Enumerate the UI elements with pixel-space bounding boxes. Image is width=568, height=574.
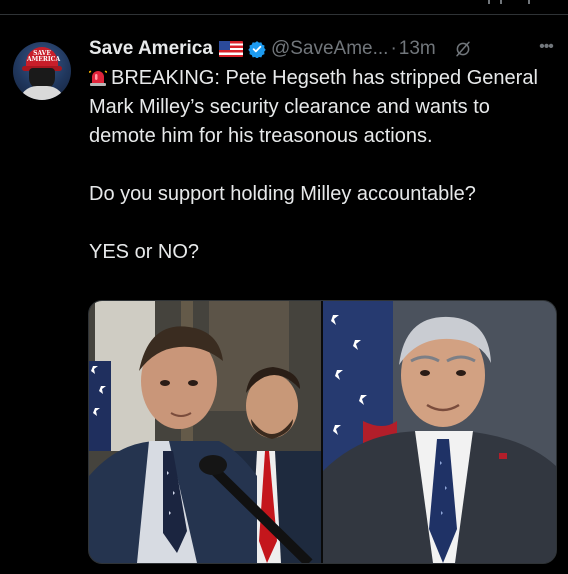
author-name[interactable]: Save America <box>89 38 213 60</box>
tweet-paragraph-breaking: BREAKING: Pete Hegseth has stripped Gene… <box>88 64 539 151</box>
photo-milley[interactable] <box>323 301 556 563</box>
avatar-shoulders <box>19 86 65 100</box>
dot-separator: · <box>390 38 397 59</box>
more-options-icon[interactable]: ••• <box>535 38 557 56</box>
top-action-icon[interactable] <box>488 0 502 4</box>
top-strip <box>0 0 568 8</box>
timestamp[interactable]: 13m <box>399 38 436 60</box>
top-action-icon-secondary[interactable] <box>528 0 540 4</box>
grok-icon[interactable] <box>454 40 472 58</box>
photo-hegseth-vance[interactable] <box>89 301 321 563</box>
us-flag-icon <box>218 41 243 57</box>
siren-emoji-icon <box>88 67 108 86</box>
tweet-text-line-1: BREAKING: Pete Hegseth has stripped Gene… <box>89 67 538 147</box>
author-handle[interactable]: @SaveAme... <box>271 38 389 60</box>
tweet-media[interactable] <box>88 300 557 564</box>
tweet-header: Save America @SaveAme... · 13m <box>89 36 472 62</box>
avatar-hat-text: SAVE AMERICA <box>27 50 61 63</box>
tweet-text-line-3: YES or NO? <box>89 241 200 263</box>
tweet-text-line-2: Do you support holding Milley accountabl… <box>89 183 476 205</box>
tweet-text: BREAKING: Pete Hegseth has stripped Gene… <box>88 64 539 267</box>
avatar[interactable]: SAVE AMERICA <box>13 42 71 100</box>
divider <box>0 14 568 15</box>
verified-badge-icon[interactable] <box>248 40 266 59</box>
